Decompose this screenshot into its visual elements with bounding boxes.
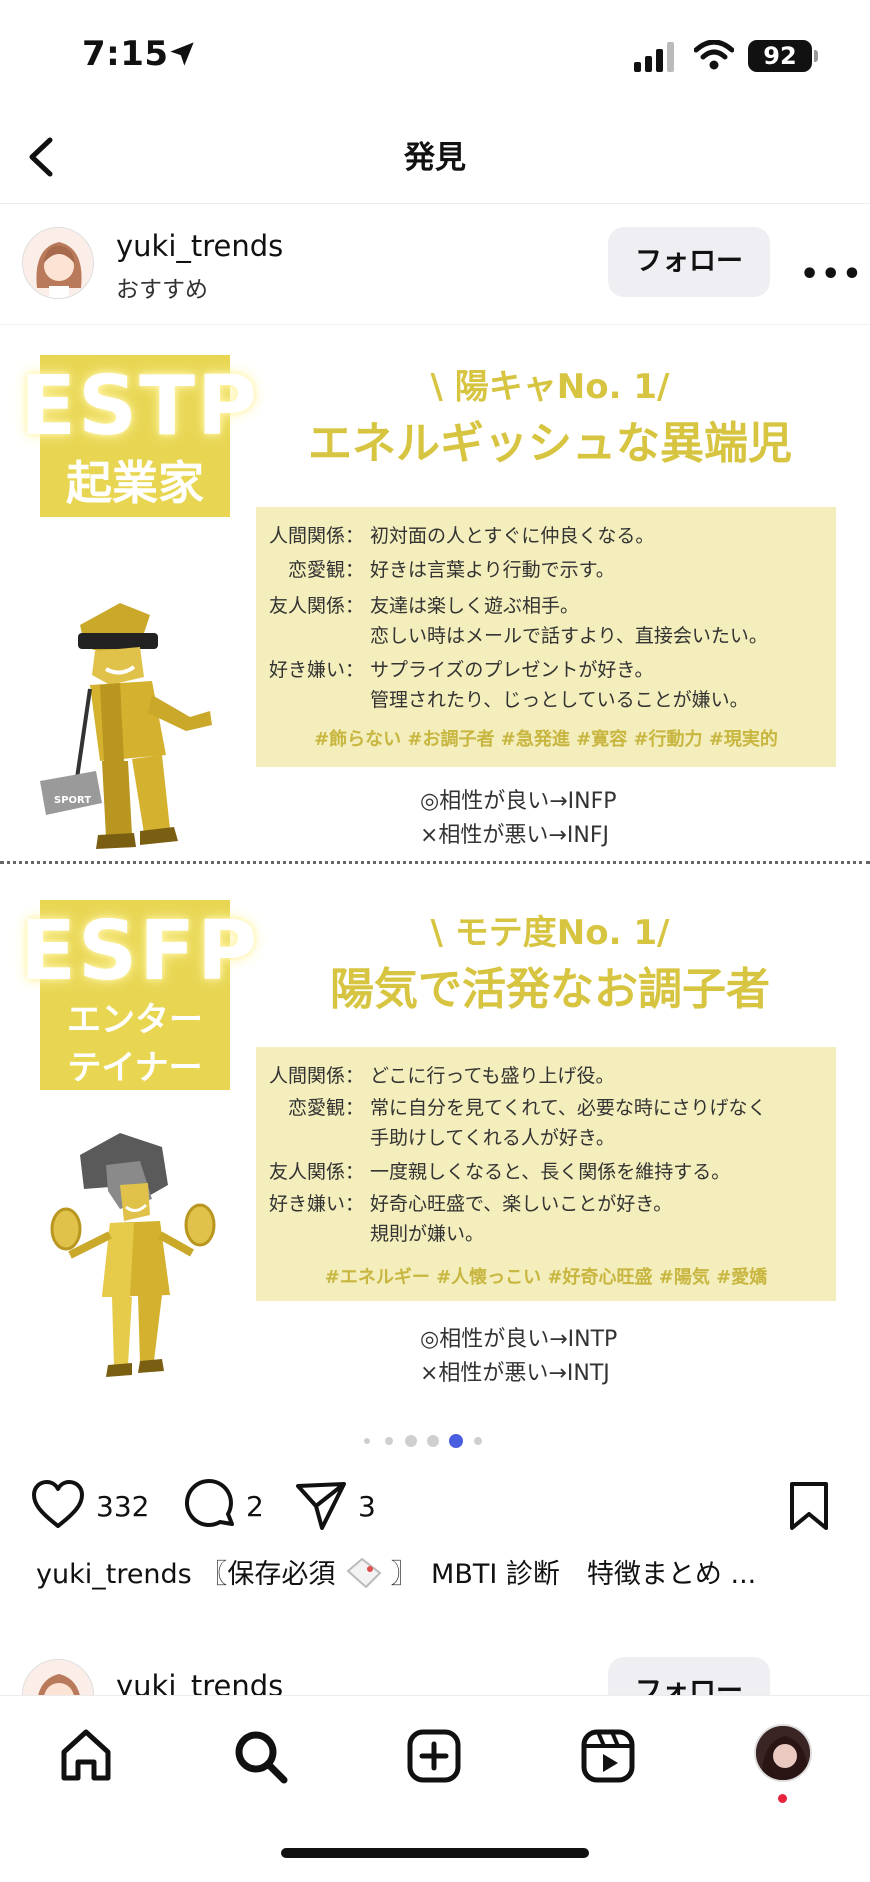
like-count: 332 (96, 1490, 150, 1523)
hashtags: #エネルギー #人懐っこい #好奇心旺盛 #陽気 #愛嬌 (324, 1267, 768, 1288)
type-badge-estp: ESTP 起業家 (20, 355, 257, 517)
desc-key: 友人関係： (268, 1161, 364, 1183)
desc-value: 好奇心旺盛で、楽しいことが好き。 (370, 1193, 673, 1215)
desc-value: 規則が嫌い。 (370, 1223, 485, 1245)
reels-icon[interactable] (578, 1726, 638, 1786)
type-code: ESTP (20, 359, 260, 454)
page-title: 発見 (404, 140, 466, 176)
location-arrow-icon (170, 42, 194, 66)
post-action-bar: 332 2 3 (0, 1468, 870, 1548)
heart-icon[interactable] (30, 1478, 86, 1534)
rank-label: \ 陽キャNo. 1/ (430, 367, 670, 407)
desc-key: 人間関係： (268, 525, 364, 547)
nav-header: 発見 (0, 110, 870, 204)
hashtags: #飾らない #お調子者 #急発進 #寛容 #行動力 #現実的 (314, 729, 778, 750)
desc-value: 友達は楽しく遊ぶ相手。 (370, 595, 580, 617)
create-post-icon[interactable] (404, 1726, 464, 1786)
desc-value: 手助けしてくれる人が好き。 (370, 1127, 615, 1149)
wifi-icon (694, 40, 734, 70)
desc-value: 恋しい時はメールで話すより、直接会いたい。 (370, 625, 768, 647)
post-subtitle: おすすめ (116, 277, 208, 303)
caption-text-end: 〗 MBTI 診断 特徴まとめ ... (390, 1559, 757, 1590)
desc-key: 好き嫌い： (268, 1193, 364, 1215)
post-caption[interactable]: yuki_trends 〖保存必須 〗 MBTI 診断 特徴まとめ ... (36, 1552, 756, 1591)
desc-key: 好き嫌い： (268, 659, 364, 681)
post-username[interactable]: yuki_trends (116, 1669, 283, 1695)
battery-cap (814, 50, 818, 62)
search-icon[interactable] (230, 1726, 290, 1786)
post-username[interactable]: yuki_trends (116, 229, 283, 263)
desc-value: 初対面の人とすぐに仲良くなる。 (370, 525, 655, 547)
share-action[interactable]: 3 (294, 1478, 384, 1534)
carousel-dot (385, 1437, 393, 1445)
caption-username[interactable]: yuki_trends (36, 1559, 192, 1590)
comment-count: 2 (246, 1490, 264, 1523)
description-panel: 人間関係： どこに行っても盛り上げ役。 恋愛観： 常に自分を見てくれて、必要な時… (256, 1047, 836, 1301)
carousel-dot (427, 1435, 439, 1447)
like-action[interactable]: 332 (30, 1478, 160, 1534)
profile-avatar[interactable] (754, 1724, 812, 1782)
headline: 陽気で活発なお調子者 (330, 964, 770, 1015)
esfp-character-illustration (50, 1133, 216, 1377)
share-icon[interactable] (294, 1478, 348, 1532)
carousel-dot (364, 1438, 370, 1444)
desc-value: 常に自分を見てくれて、必要な時にさりげなく (370, 1097, 767, 1119)
compatibility-good: ◎相性が良い→INTP (420, 1327, 618, 1352)
share-count: 3 (358, 1490, 376, 1523)
compatibility-bad: ×相性が悪い→INFJ (420, 823, 609, 848)
post-header: yuki_trends おすすめ フォロー ••• (0, 205, 870, 325)
carousel-indicator (0, 1433, 870, 1449)
more-options-icon[interactable]: ••• (800, 257, 864, 292)
type-badge-esfp: ESFP エンター テイナー (20, 900, 257, 1090)
desc-key: 恋愛観： (287, 559, 364, 581)
desc-value: 一度親しくなると、長く関係を維持する。 (370, 1161, 731, 1183)
caption-text-start: 〖保存必須 (200, 1559, 336, 1590)
desc-key: 人間関係： (268, 1065, 364, 1087)
carousel-dot (474, 1437, 482, 1445)
rank-label: \ モテ度No. 1/ (430, 913, 670, 953)
headline: エネルギッシュな異端児 (308, 418, 792, 469)
post-image-carousel[interactable]: ESTP 起業家 \ 陽キャNo. 1/ エネルギッシュな異端児 人間関係： 初… (0, 325, 870, 1415)
comment-action[interactable]: 2 (184, 1478, 274, 1534)
battery-indicator: 92 (748, 40, 812, 72)
desc-value: 管理されたり、じっとしていることが嫌い。 (370, 689, 749, 711)
label-tag-emoji-icon (346, 1557, 382, 1589)
desc-value: どこに行っても盛り上げ役。 (370, 1065, 615, 1087)
estp-character-illustration: SPORT (40, 603, 212, 849)
compatibility-good: ◎相性が良い→INFP (420, 789, 617, 814)
desc-key: 友人関係： (268, 595, 364, 617)
notification-dot (778, 1794, 787, 1803)
home-indicator (281, 1848, 589, 1858)
next-post-header: yuki_trends フォロー ••• (0, 1655, 870, 1695)
status-time: 7:15 (82, 34, 169, 74)
type-name: エンター (67, 1000, 203, 1040)
carousel-dot-active (449, 1434, 463, 1448)
avatar[interactable] (22, 1659, 94, 1695)
type-code: ESFP (20, 904, 260, 999)
home-icon[interactable] (56, 1726, 116, 1786)
desc-value: 好きは言葉より行動で示す。 (370, 559, 615, 581)
comment-icon[interactable] (184, 1478, 238, 1532)
follow-button[interactable]: フォロー (608, 227, 770, 297)
avatar[interactable] (22, 227, 94, 299)
status-bar: 7:15 92 (0, 0, 870, 110)
carousel-dot (405, 1435, 417, 1447)
bookmark-icon[interactable] (788, 1480, 830, 1532)
follow-button[interactable]: フォロー (608, 1657, 770, 1695)
type-name: 起業家 (66, 456, 204, 510)
compatibility-bad: ×相性が悪い→INTJ (420, 1361, 610, 1386)
cellular-signal-icon (634, 42, 674, 72)
description-panel: 人間関係： 初対面の人とすぐに仲良くなる。 恋愛観： 好きは言葉より行動で示す。… (256, 507, 836, 767)
desc-key: 恋愛観： (287, 1097, 364, 1119)
desc-value: サプライズのプレゼントが好き。 (370, 659, 654, 681)
bag-label: SPORT (54, 795, 91, 806)
card-divider (0, 861, 870, 864)
type-name: テイナー (67, 1048, 203, 1088)
more-options-icon[interactable]: ••• (800, 1685, 864, 1695)
